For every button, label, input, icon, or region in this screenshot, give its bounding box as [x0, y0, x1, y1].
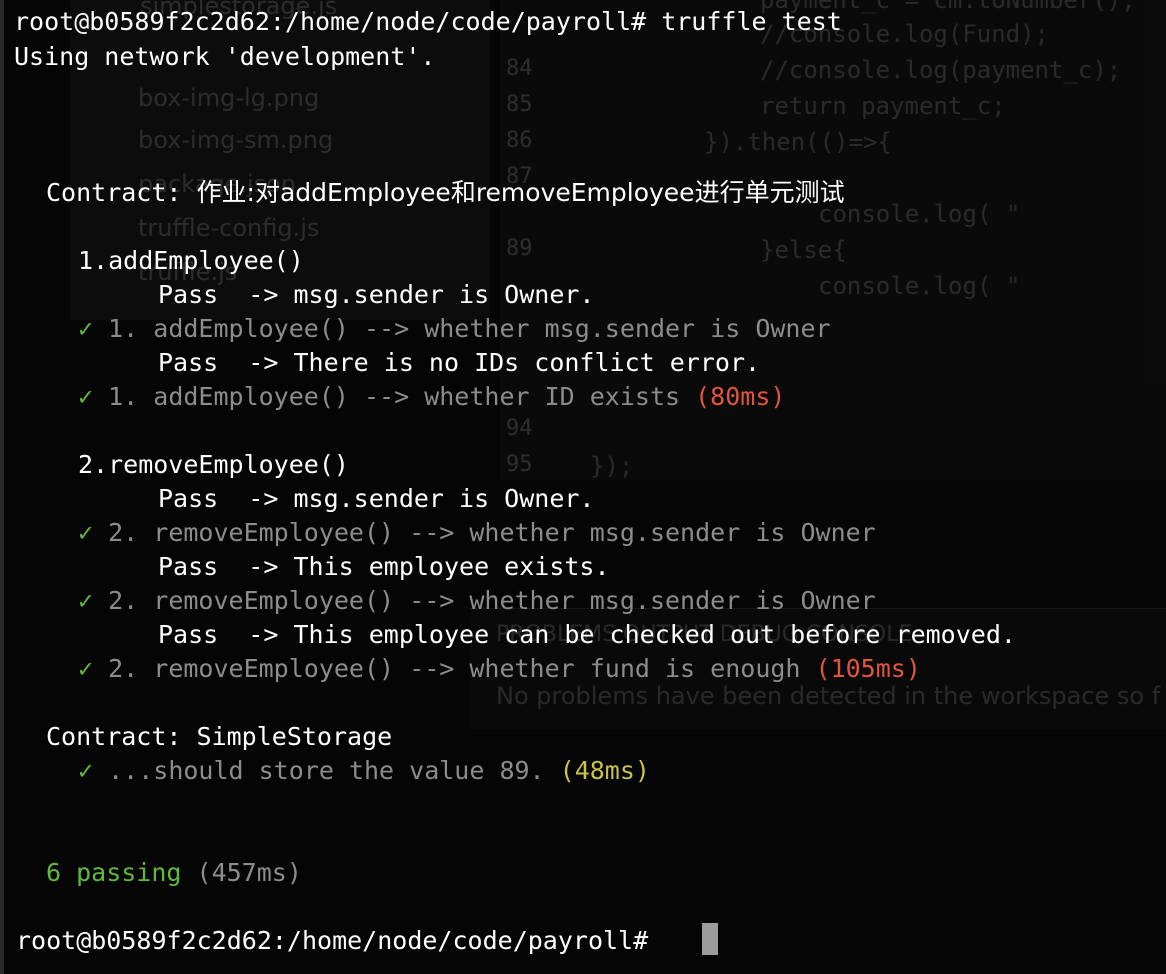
ghost-code-line: }else{	[760, 236, 847, 264]
ghost-panel-message: No problems have been detected in the wo…	[496, 682, 1161, 710]
ghost-code-line: }).then(()=>{	[704, 128, 892, 156]
test-duration: (105ms)	[815, 654, 921, 683]
test-result: ✓ ...should store the value 89. (48ms)	[78, 754, 650, 788]
ghost-file-item: box-img-lg.png	[138, 84, 320, 112]
shell-command: truffle test	[646, 7, 842, 36]
ghost-line-number: 85	[506, 92, 533, 117]
ghost-code-line: console.log( "	[818, 272, 1021, 300]
test-title: 1. addEmployee() --> whether msg.sender …	[93, 314, 831, 343]
terminal-left-edge	[0, 0, 4, 974]
network-line: Using network 'development'.	[14, 42, 436, 71]
check-icon: ✓	[78, 756, 94, 785]
log-line: Pass -> This employee exists.	[158, 552, 610, 581]
test-duration: (80ms)	[695, 382, 786, 411]
test-result: ✓ 1. addEmployee() --> whether msg.sende…	[78, 312, 831, 346]
contract-heading: Contract: SimpleStorage	[46, 722, 393, 751]
test-result: ✓ 2. removeEmployee() --> whether fund i…	[78, 652, 921, 686]
total-duration: (457ms)	[181, 858, 302, 887]
log-line: Pass -> msg.sender is Owner.	[158, 484, 595, 513]
test-duration: (48ms)	[559, 756, 650, 785]
ghost-line-number: 89	[506, 236, 533, 261]
ghost-code-line: //console.log(payment_c);	[760, 56, 1122, 84]
terminal-window[interactable]: simplestorage.js box-img-lg.png box-img-…	[0, 0, 1166, 974]
contract-prefix: Contract:	[46, 178, 197, 207]
ghost-code-line: });	[590, 452, 634, 480]
log-line: Pass -> msg.sender is Owner.	[158, 280, 595, 309]
test-title: ...should store the value 89.	[93, 756, 560, 785]
check-icon: ✓	[78, 586, 94, 615]
text-cursor	[702, 923, 718, 955]
log-line: Pass -> There is no IDs conflict error.	[158, 348, 761, 377]
test-result: ✓ 2. removeEmployee() --> whether msg.se…	[78, 584, 876, 618]
test-title: 2. removeEmployee() --> whether fund is …	[93, 654, 816, 683]
ghost-code-line: console.log( "	[818, 200, 1021, 228]
ghost-line-number: 95	[506, 452, 533, 477]
ghost-line-number: 84	[506, 56, 533, 81]
test-title: 2. removeEmployee() --> whether msg.send…	[93, 518, 876, 547]
shell-prompt: root@b0589f2c2d62:/home/node/code/payrol…	[16, 926, 664, 955]
log-line: Pass -> This employee can be checked out…	[158, 620, 1016, 649]
passing-count: 6 passing	[46, 858, 182, 887]
contract-name: 作业:对addEmployee和removeEmployee进行单元测试	[196, 178, 845, 207]
section-heading: 2.removeEmployee()	[78, 450, 349, 479]
ghost-code-line: return payment_c;	[760, 92, 1006, 120]
check-icon: ✓	[78, 382, 94, 411]
test-result: ✓ 2. removeEmployee() --> whether msg.se…	[78, 516, 876, 550]
contract-heading: Contract: 作业:对addEmployee和removeEmployee…	[46, 176, 845, 210]
test-title: 2. removeEmployee() --> whether msg.send…	[93, 586, 876, 615]
check-icon: ✓	[78, 518, 94, 547]
ghost-file-item: box-img-sm.png	[138, 126, 334, 154]
ghost-line-number: 86	[506, 128, 533, 153]
command-line: root@b0589f2c2d62:/home/node/code/payrol…	[14, 5, 842, 39]
summary-line: 6 passing (457ms)	[46, 856, 302, 890]
test-title: 1. addEmployee() --> whether ID exists	[93, 382, 696, 411]
test-result: ✓ 1. addEmployee() --> whether ID exists…	[78, 380, 785, 414]
shell-prompt: root@b0589f2c2d62:/home/node/code/payrol…	[14, 7, 647, 36]
ghost-file-item: truffle-config.js	[138, 214, 320, 242]
check-icon: ✓	[78, 654, 94, 683]
section-heading: 1.addEmployee()	[78, 246, 304, 275]
check-icon: ✓	[78, 314, 94, 343]
ghost-line-number: 94	[506, 416, 533, 441]
prompt-line[interactable]: root@b0589f2c2d62:/home/node/code/payrol…	[16, 924, 663, 958]
